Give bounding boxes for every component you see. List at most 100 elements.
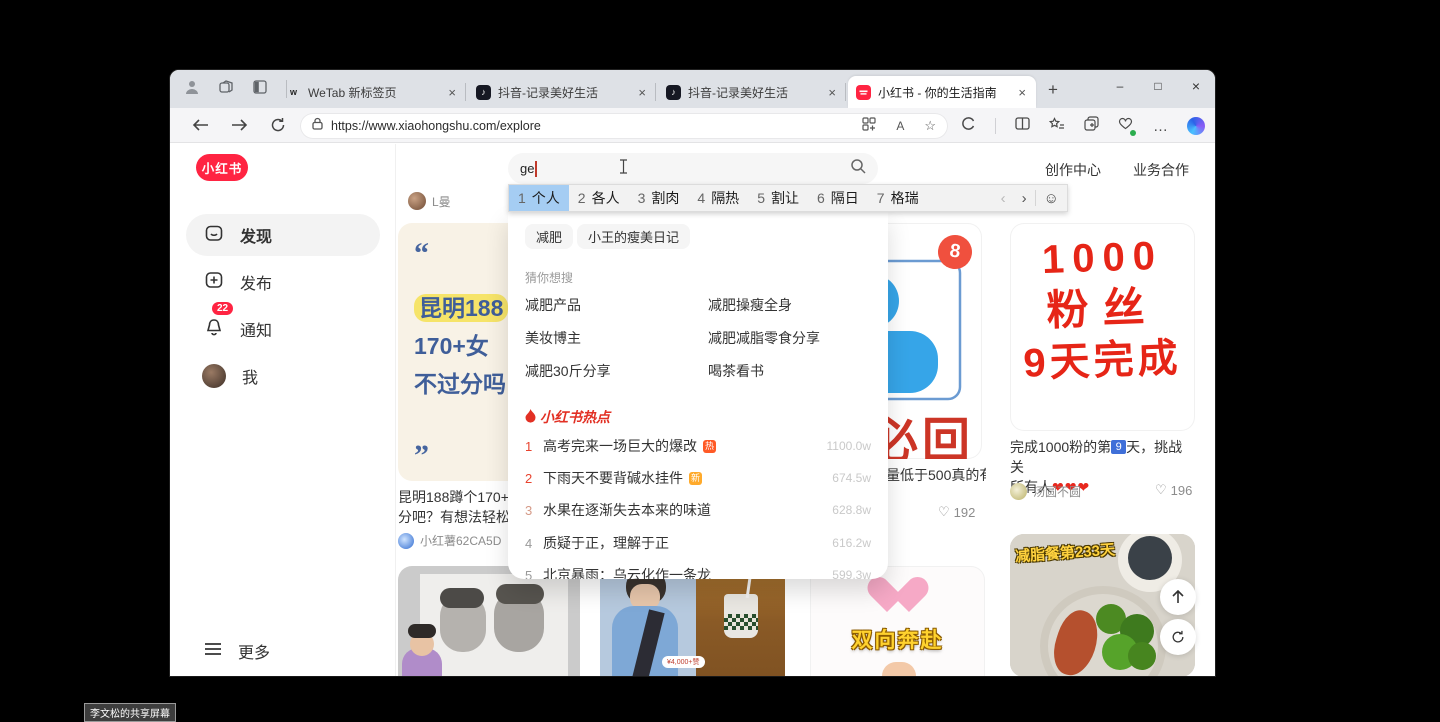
read-aloud-icon[interactable]: A bbox=[896, 119, 904, 133]
note-title[interactable]: 量低于500真的有 bbox=[886, 465, 986, 485]
new-tab-button[interactable]: + bbox=[1048, 80, 1058, 100]
favorites-star-icon[interactable]: ☆ bbox=[924, 118, 936, 134]
search-icon[interactable] bbox=[850, 158, 866, 179]
browser-essentials-icon[interactable] bbox=[1118, 117, 1134, 135]
hot-item[interactable]: 1高考完来一场巨大的爆改 热 1100.0w bbox=[525, 435, 871, 457]
like-count[interactable]: ♡ 192 bbox=[938, 504, 975, 520]
handwritten-text: 9天完成 bbox=[1010, 332, 1195, 388]
search-dropdown: 减肥 小王的瘦美日记 猜你想搜 减肥产品 减肥操瘦全身 美妆博主 减肥减脂零食分… bbox=[508, 211, 888, 579]
hot-item[interactable]: 2下雨天不要背碱水挂件 新 674.5w bbox=[525, 467, 871, 489]
close-tab-icon[interactable]: × bbox=[446, 85, 458, 100]
notification-badge: 22 bbox=[212, 302, 233, 315]
extension-icon[interactable] bbox=[961, 116, 976, 136]
avatar bbox=[1010, 483, 1027, 500]
price-label: ¥4,000+赞 bbox=[662, 656, 705, 668]
close-tab-icon[interactable]: × bbox=[826, 85, 838, 100]
ime-candidate[interactable]: 7格瑞 bbox=[868, 185, 928, 211]
search-suggestion[interactable]: 美妆博主 bbox=[525, 328, 581, 348]
ime-candidate[interactable]: 1个人 bbox=[509, 185, 569, 211]
ime-candidate-bar: 1个人 2各人 3割肉 4隔热 5割让 6隔日 7格瑞 ‹ › ☺ bbox=[508, 184, 1068, 212]
close-window-button[interactable]: × bbox=[1177, 70, 1215, 102]
ime-next-icon[interactable]: › bbox=[1014, 190, 1035, 207]
search-suggestion[interactable]: 减肥30斤分享 bbox=[525, 361, 611, 381]
note-author[interactable]: 汤圆不圆 bbox=[1010, 483, 1081, 500]
tab-xiaohongshu[interactable]: 小红书 - 你的生活指南 × bbox=[848, 76, 1036, 108]
suggest-title: 猜你想搜 bbox=[525, 269, 573, 286]
author-name: L曼 bbox=[432, 193, 451, 210]
copilot-icon[interactable] bbox=[1187, 117, 1205, 135]
sidebar-item-label: 发现 bbox=[240, 223, 272, 247]
history-chip[interactable]: 减肥 bbox=[525, 224, 573, 249]
refresh-feed-button[interactable] bbox=[1160, 619, 1196, 655]
sidebar-item-discover[interactable]: 发现 bbox=[186, 214, 380, 256]
sidebar: 小红书 发现 发布 22 通知 bbox=[170, 144, 396, 676]
address-bar[interactable]: https://www.xiaohongshu.com/explore A ☆ bbox=[300, 113, 948, 139]
hot-list-header: 小红书热点 bbox=[525, 407, 610, 427]
creator-center-link[interactable]: 创作中心 bbox=[1045, 160, 1101, 180]
feed-author-above[interactable]: L曼 bbox=[408, 192, 451, 210]
collections-icon[interactable] bbox=[1084, 116, 1099, 136]
avatar bbox=[408, 192, 426, 210]
tab-title: 小红书 - 你的生活指南 bbox=[878, 84, 1016, 101]
ime-candidate[interactable]: 4隔热 bbox=[688, 185, 748, 211]
ime-candidate[interactable]: 6隔日 bbox=[808, 185, 868, 211]
photo-card[interactable] bbox=[398, 566, 580, 676]
note-card-1000fans[interactable]: 1000 粉丝 9天完成 bbox=[1010, 223, 1195, 431]
hot-item[interactable]: 4质疑于正，理解于正 616.2w bbox=[525, 532, 871, 554]
like-icon: ♡ bbox=[1155, 482, 1167, 498]
like-count[interactable]: ♡ 196 bbox=[1155, 482, 1192, 498]
xiaohongshu-logo[interactable]: 小红书 bbox=[196, 154, 248, 181]
minimize-button[interactable]: – bbox=[1101, 70, 1139, 102]
close-tab-icon[interactable]: × bbox=[636, 85, 648, 100]
search-suggestion[interactable]: 减肥减脂零食分享 bbox=[708, 328, 820, 348]
ime-candidate[interactable]: 5割让 bbox=[748, 185, 808, 211]
scroll-top-button[interactable] bbox=[1160, 579, 1196, 615]
sidebar-item-label: 更多 bbox=[238, 639, 270, 663]
search-input[interactable]: ge bbox=[508, 153, 878, 184]
new-badge: 新 bbox=[689, 472, 702, 485]
history-chip[interactable]: 小王的瘦美日记 bbox=[577, 224, 690, 249]
hot-item[interactable]: 5北京暴雨：乌云化作一条龙 599.3w bbox=[525, 564, 871, 579]
ime-candidate[interactable]: 3割肉 bbox=[629, 185, 689, 211]
sidebar-item-publish[interactable]: 发布 bbox=[186, 261, 380, 303]
note-author[interactable]: 小红薯62CA5D bbox=[398, 532, 501, 549]
ime-prev-icon[interactable]: ‹ bbox=[993, 190, 1014, 207]
business-link[interactable]: 业务合作 bbox=[1133, 160, 1189, 180]
split-screen-icon[interactable] bbox=[1015, 117, 1030, 135]
photo-card[interactable]: ¥4,000+赞 bbox=[600, 566, 785, 676]
flame-icon bbox=[525, 409, 536, 426]
tab-wetab[interactable]: w WeTab 新标签页 × bbox=[278, 76, 466, 108]
split-grid-icon[interactable] bbox=[862, 117, 876, 136]
sidebar-item-me[interactable]: 我 bbox=[186, 355, 380, 397]
vertical-tabs-icon[interactable] bbox=[252, 79, 268, 100]
ime-candidate[interactable]: 2各人 bbox=[569, 185, 629, 211]
ime-emoji-icon[interactable]: ☺ bbox=[1036, 190, 1067, 207]
back-icon[interactable] bbox=[192, 118, 209, 132]
text-caret bbox=[535, 161, 537, 177]
close-quote-icon: ” bbox=[414, 439, 429, 473]
maximize-button[interactable]: □ bbox=[1139, 70, 1177, 102]
photo-card-heart[interactable]: 双向奔赴 bbox=[810, 566, 985, 676]
refresh-icon[interactable] bbox=[270, 117, 286, 133]
search-suggestion[interactable]: 减肥操瘦全身 bbox=[708, 295, 792, 315]
author-name: 小红薯62CA5D bbox=[420, 532, 501, 549]
favorites-bar-icon[interactable] bbox=[1049, 117, 1065, 136]
hot-item[interactable]: 3水果在逐渐失去本来的味道 628.8w bbox=[525, 499, 871, 521]
tab-douyin-1[interactable]: ♪ 抖音-记录美好生活 × bbox=[468, 76, 656, 108]
tab-title: 抖音-记录美好生活 bbox=[688, 84, 826, 101]
xiaohongshu-page: L曼 “ 昆明188 170+女 不过分吗 ” 昆明188蹲个170+ 分吧？有… bbox=[170, 144, 1215, 676]
settings-more-icon[interactable]: … bbox=[1153, 118, 1168, 135]
tab-douyin-2[interactable]: ♪ 抖音-记录美好生活 × bbox=[658, 76, 846, 108]
sidebar-item-notifications[interactable]: 22 通知 bbox=[186, 308, 380, 350]
avatar bbox=[202, 364, 226, 388]
forward-icon[interactable] bbox=[231, 118, 248, 132]
sidebar-item-label: 发布 bbox=[240, 270, 272, 294]
sidebar-item-more[interactable]: 更多 bbox=[186, 630, 380, 672]
close-tab-icon[interactable]: × bbox=[1016, 85, 1028, 100]
workspaces-icon[interactable] bbox=[218, 79, 234, 100]
search-suggestion[interactable]: 减肥产品 bbox=[525, 295, 581, 315]
search-suggestion[interactable]: 喝茶看书 bbox=[708, 361, 764, 381]
bell-icon bbox=[204, 317, 224, 342]
profile-icon[interactable] bbox=[184, 79, 200, 100]
wetab-icon: w bbox=[286, 85, 301, 100]
